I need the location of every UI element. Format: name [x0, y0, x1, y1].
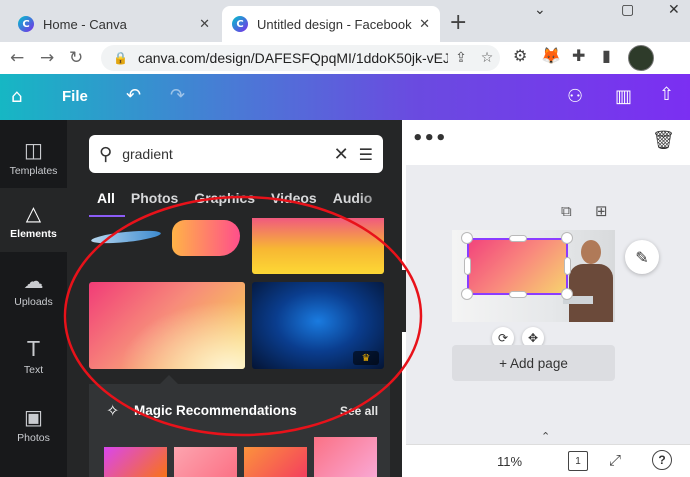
home-icon[interactable]: ⌂ — [11, 86, 22, 107]
trash-icon[interactable]: 🗑 — [652, 130, 675, 151]
photos-icon: ▣ — [24, 404, 43, 429]
see-all-link[interactable]: See all — [340, 404, 378, 418]
bookmark-star-icon[interactable]: ☆ — [474, 50, 500, 66]
tab-photos[interactable]: Photos — [131, 190, 178, 206]
sidebar-icon[interactable]: ▮ — [602, 46, 611, 65]
rail-item-text[interactable]: T Text — [0, 324, 67, 388]
duplicate-page-icon[interactable]: ⧉ — [561, 202, 572, 220]
rail-item-label: Photos — [17, 431, 50, 444]
clear-search-icon[interactable]: ✕ — [334, 144, 349, 165]
rail-item-label: Templates — [9, 164, 58, 177]
recommendation-thumbnail[interactable] — [314, 437, 377, 477]
extension-icon[interactable]: ⚙ — [513, 46, 527, 65]
reload-icon[interactable]: ↻ — [69, 48, 83, 68]
gradient-yellow-thumbnail[interactable] — [252, 218, 384, 274]
browser-tab-home[interactable]: C Home - Canva ✕ — [8, 6, 220, 42]
add-page-icon[interactable]: ⊞ — [595, 202, 608, 220]
resize-handle[interactable] — [461, 288, 473, 300]
puzzle-extensions-icon[interactable]: ✚ — [572, 46, 585, 65]
uploads-icon: ☁ — [23, 268, 44, 293]
page-count-icon[interactable]: 1 — [568, 451, 588, 471]
templates-icon: ◫ — [24, 137, 43, 162]
selected-tab-indicator — [89, 215, 125, 217]
canva-header — [0, 74, 690, 120]
fullscreen-icon[interactable]: ⤢ — [609, 451, 621, 469]
tab-all[interactable]: All — [97, 190, 115, 206]
tab-graphics[interactable]: Graphics — [194, 190, 255, 206]
search-box[interactable]: ⚲ ✕ ☰ — [89, 135, 383, 173]
tab-videos[interactable]: Videos — [271, 190, 317, 206]
zoom-level[interactable]: 11% — [497, 454, 522, 469]
lock-icon: 🔒 — [113, 51, 128, 65]
upload-share-icon[interactable]: ⇧ — [659, 84, 674, 105]
recommendation-thumbnail[interactable] — [104, 447, 167, 477]
canva-icon: C — [18, 16, 34, 32]
tabs-fade — [356, 185, 400, 215]
tab-title: Untitled design - Facebook Co — [257, 16, 413, 32]
editor-bottom-bar — [406, 444, 690, 477]
new-tab-button[interactable]: + — [449, 10, 467, 35]
rail-item-label: Uploads — [14, 295, 53, 308]
search-input[interactable] — [122, 146, 324, 162]
rail-item-elements[interactable]: △ Elements — [0, 188, 67, 252]
close-tab-icon[interactable]: ✕ — [419, 17, 430, 32]
close-tab-icon[interactable]: ✕ — [199, 17, 210, 32]
resize-handle[interactable] — [509, 291, 527, 298]
insights-chart-icon[interactable]: ▥ — [615, 86, 632, 107]
more-options-icon[interactable]: ••• — [412, 128, 447, 149]
resize-handle[interactable] — [509, 235, 527, 242]
man-with-laptop-photo — [563, 238, 613, 322]
help-icon[interactable]: ? — [652, 450, 672, 470]
resize-handle[interactable] — [461, 232, 473, 244]
back-icon[interactable]: ← — [10, 48, 24, 68]
redo-icon[interactable]: ↷ — [170, 85, 185, 106]
browser-tab-strip: C Home - Canva ✕ C Untitled design - Fac… — [0, 0, 690, 42]
sparkle-icon: ✧ — [106, 401, 120, 420]
share-icon[interactable]: ⇪ — [448, 50, 474, 66]
crown-icon: ♛ — [353, 351, 379, 365]
add-comment-icon[interactable]: ✎ — [625, 240, 659, 274]
editor-toolbar — [406, 120, 690, 165]
magic-recommendations-title: Magic Recommendations — [134, 403, 297, 418]
element-tabs: All Photos Graphics Videos Audio — [97, 190, 372, 206]
resize-handle[interactable] — [464, 257, 471, 275]
forward-icon[interactable]: → — [40, 48, 54, 68]
profile-avatar[interactable] — [628, 45, 654, 71]
elements-icon: △ — [25, 200, 42, 225]
restore-button[interactable]: ▢ — [621, 2, 634, 18]
url-bar[interactable]: 🔒 canva.com/design/DAFESFQpqMI/1ddoK50jk… — [101, 45, 500, 71]
gradient-blob-thumbnail[interactable] — [172, 220, 240, 256]
text-icon: T — [27, 336, 40, 361]
rail-item-photos[interactable]: ▣ Photos — [0, 392, 67, 456]
recommendation-thumbnail[interactable] — [244, 447, 307, 477]
selected-gradient-element[interactable] — [467, 238, 568, 295]
rail-item-uploads[interactable]: ☁ Uploads — [0, 256, 67, 320]
gradient-brush-thumbnail[interactable] — [89, 218, 163, 248]
file-menu-button[interactable]: File — [62, 88, 88, 105]
canva-icon: C — [232, 16, 248, 32]
browser-tab-design[interactable]: C Untitled design - Facebook Co ✕ — [222, 6, 440, 42]
minimize-button[interactable]: ⌄ — [534, 2, 546, 18]
popover-notch — [160, 375, 178, 384]
recommendation-thumbnail[interactable] — [174, 447, 237, 477]
add-page-button[interactable]: + Add page — [452, 345, 615, 381]
resize-handle[interactable] — [564, 257, 571, 275]
search-icon: ⚲ — [99, 143, 113, 165]
metamask-icon[interactable]: 🦊 — [541, 46, 561, 65]
left-nav-rail: ◫ Templates △ Elements ☁ Uploads T Text … — [0, 120, 67, 477]
rail-item-label: Text — [23, 363, 44, 376]
url-text: canva.com/design/DAFESFQpqMI/1ddoK50jk-v… — [137, 50, 448, 66]
chevron-up-icon[interactable]: ⌃ — [541, 430, 550, 443]
tab-title: Home - Canva — [43, 16, 127, 32]
rail-item-templates[interactable]: ◫ Templates — [0, 125, 67, 189]
undo-icon[interactable]: ↶ — [126, 85, 141, 106]
resize-handle[interactable] — [561, 288, 573, 300]
gradient-highlight — [89, 282, 245, 369]
resize-handle[interactable] — [561, 232, 573, 244]
share-people-icon[interactable]: ⚇ — [567, 86, 583, 107]
close-window-button[interactable]: ✕ — [668, 2, 680, 18]
filter-sliders-icon[interactable]: ☰ — [359, 145, 373, 164]
rail-item-label: Elements — [10, 227, 57, 240]
